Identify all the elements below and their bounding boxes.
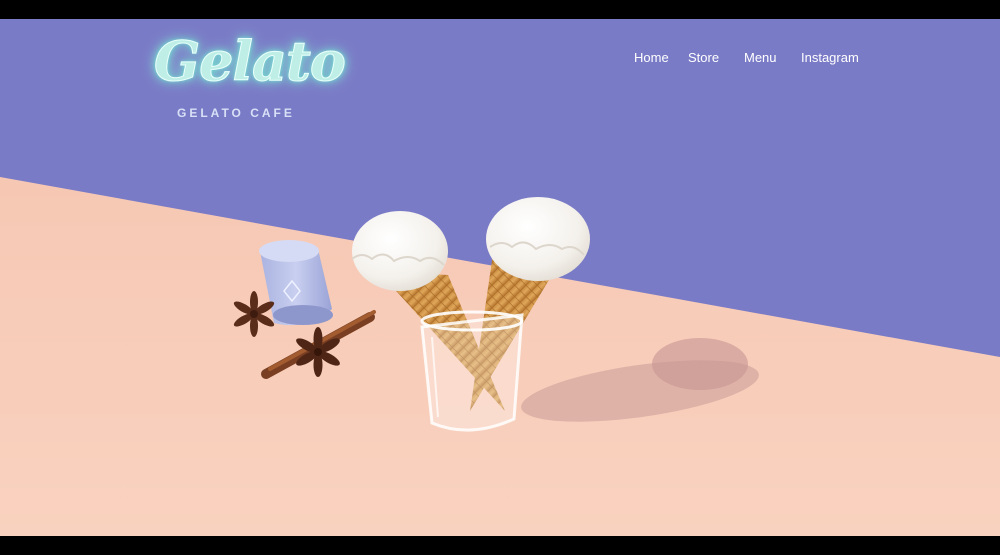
logo-subtitle: GELATO CAFE <box>177 106 295 120</box>
site-logo[interactable]: Gelato GELATO CAFE <box>150 29 347 121</box>
drinking-glass <box>420 310 524 432</box>
logo-script-text: Gelato <box>154 29 347 94</box>
hero-banner: Gelato GELATO CAFE Home Store Menu Insta… <box>0 19 1000 536</box>
browser-frame: Gelato GELATO CAFE Home Store Menu Insta… <box>0 0 1000 555</box>
nav-menu-link[interactable]: Menu <box>744 50 777 65</box>
nav-home-link[interactable]: Home <box>634 50 669 65</box>
nav-store-link[interactable]: Store <box>688 50 719 65</box>
cone-shadow-scoop <box>652 338 748 390</box>
nav-instagram-link[interactable]: Instagram <box>801 50 859 65</box>
